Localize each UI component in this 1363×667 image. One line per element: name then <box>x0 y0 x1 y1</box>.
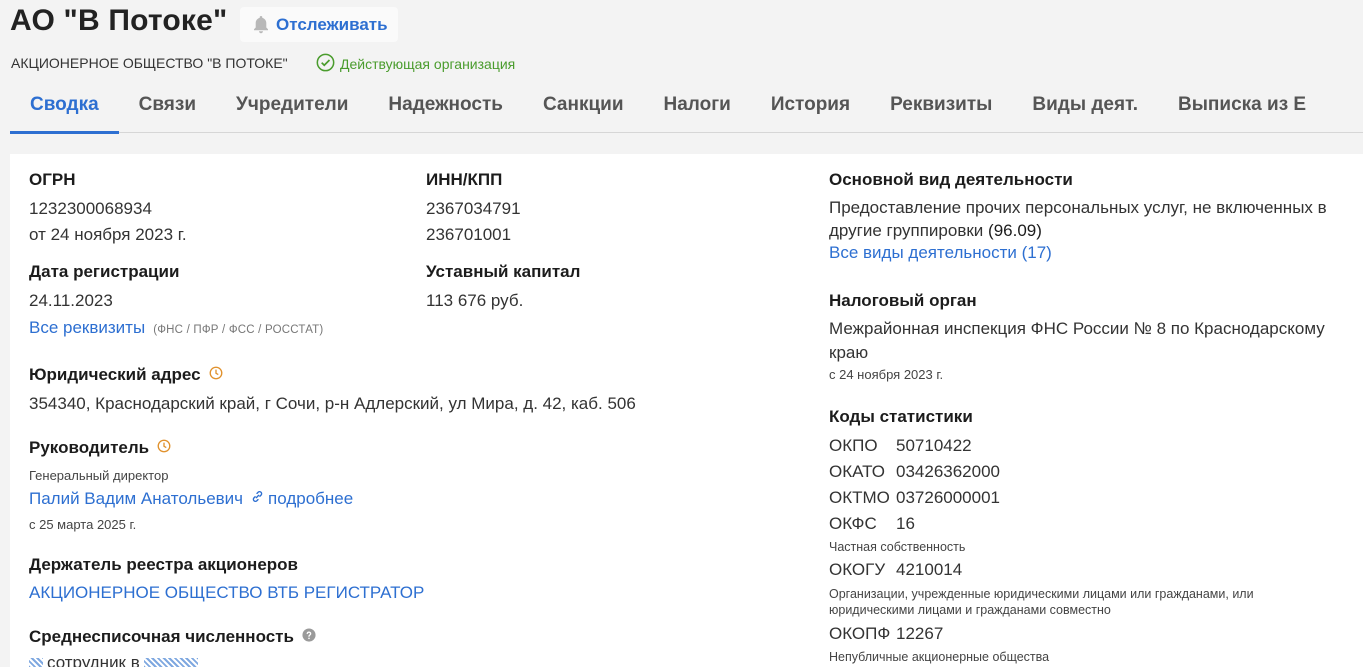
header: АО "В Потоке" Отслеживать АКЦИОНЕРНОЕ ОБ… <box>0 0 1363 135</box>
help-icon[interactable] <box>302 627 316 647</box>
employees-row: сотрудник в <box>29 653 316 667</box>
tax-since: с 24 ноября 2023 г. <box>829 367 944 382</box>
tab-sanctions[interactable]: Санкции <box>523 80 644 132</box>
activity-block: Основной вид деятельности Предоставление… <box>829 170 1359 263</box>
inn-label: ИНН/КПП <box>426 170 503 189</box>
reg-date-label: Дата регистрации <box>29 262 180 281</box>
ogrn-value: 1232300068934 <box>29 199 152 218</box>
code-row-okogu: ОКОГУ 4210014 <box>829 557 1329 583</box>
head-position: Генеральный директор <box>29 468 169 483</box>
full-name: АКЦИОНЕРНОЕ ОБЩЕСТВО "В ПОТОКЕ" <box>11 55 288 71</box>
code-row-okato: ОКАТО 03426362000 <box>829 459 1329 485</box>
check-circle-icon <box>316 53 335 75</box>
registry-label: Держатель реестра акционеров <box>29 555 299 574</box>
reg-date-block: Дата регистрации 24.11.2023 <box>29 262 179 314</box>
page-title: АО "В Потоке" <box>10 4 228 37</box>
code-note-okogu: Организации, учрежденные юридическими ли… <box>829 587 1254 617</box>
address-label: Юридический адрес <box>29 365 201 384</box>
track-button-label: Отслеживать <box>276 14 388 34</box>
summary-card: ОГРН 1232300068934 от 24 ноября 2023 г. … <box>10 154 1363 667</box>
code-note-okfs: Частная собственность <box>829 540 966 554</box>
code-key: ОКОПФ <box>829 624 891 643</box>
registry-block: Держатель реестра акционеров АКЦИОНЕРНОЕ… <box>29 555 424 603</box>
code-row-okopf: ОКОПФ 12267 <box>829 621 1329 647</box>
ogrn-label: ОГРН <box>29 170 76 189</box>
head-since: с 25 марта 2025 г. <box>29 517 137 532</box>
clock-icon[interactable] <box>157 438 171 458</box>
tax-label: Налоговый орган <box>829 291 977 310</box>
code-row-oktmo: ОКТМО 03726000001 <box>829 485 1329 511</box>
all-details-link[interactable]: Все реквизиты <box>29 318 145 338</box>
status-badge: Действующая организация <box>316 53 515 75</box>
bell-icon <box>252 15 270 35</box>
code-row-okpo: ОКПО 50710422 <box>829 433 1329 459</box>
code-value: 50710422 <box>896 436 972 455</box>
all-activities-link[interactable]: Все виды деятельности (17) <box>829 243 1359 263</box>
activity-code: (96.09) <box>988 221 1042 240</box>
capital-block: Уставный капитал 113 676 руб. <box>426 262 580 314</box>
tax-value: Межрайонная инспекция ФНС России № 8 по … <box>829 319 1325 362</box>
tab-summary[interactable]: Сводка <box>10 80 119 134</box>
tab-links[interactable]: Связи <box>119 80 216 132</box>
ogrn-date: от 24 ноября 2023 г. <box>29 225 187 244</box>
code-key: ОКТМО <box>829 488 890 507</box>
code-value: 03726000001 <box>896 488 1001 507</box>
activity-value: Предоставление прочих персональных услуг… <box>829 198 1327 240</box>
code-key: ОКАТО <box>829 462 885 481</box>
capital-label: Уставный капитал <box>426 262 581 281</box>
code-value: 03426362000 <box>896 462 1001 481</box>
track-button[interactable]: Отслеживать <box>240 7 398 42</box>
head-label: Руководитель <box>29 438 150 457</box>
tab-extract[interactable]: Выписка из Е <box>1158 80 1326 132</box>
code-row-okfs: ОКФС 16 <box>829 511 1329 537</box>
blurred-value <box>143 658 198 667</box>
inn-block: ИНН/КПП 2367034791 236701001 <box>426 170 521 248</box>
tab-details[interactable]: Реквизиты <box>870 80 1012 132</box>
capital-value: 113 676 руб. <box>426 291 524 310</box>
tab-history[interactable]: История <box>751 80 870 132</box>
code-key: ОКПО <box>829 436 878 455</box>
all-details-row: Все реквизиты (ФНС / ПФР / ФСС / РОССТАТ… <box>29 318 323 338</box>
tab-activities[interactable]: Виды деят. <box>1012 80 1158 132</box>
all-details-note: (ФНС / ПФР / ФСС / РОССТАТ) <box>153 324 324 336</box>
kpp-value: 236701001 <box>426 225 512 244</box>
tax-block: Налоговый орган Межрайонная инспекция ФН… <box>829 291 1359 382</box>
address-value: 354340, Краснодарский край, г Сочи, р-н … <box>29 394 636 413</box>
tab-taxes[interactable]: Налоги <box>644 80 751 132</box>
address-block: Юридический адрес 354340, Краснодарский … <box>29 365 636 417</box>
head-block: Руководитель Генеральный директор Палий … <box>29 438 353 532</box>
status-text: Действующая организация <box>340 56 516 72</box>
reg-date-value: 24.11.2023 <box>29 291 113 310</box>
stat-codes-label: Коды статистики <box>829 407 973 426</box>
head-name-link[interactable]: Палий Вадим Анатольевич <box>29 489 243 509</box>
employees-label: Среднесписочная численность <box>29 627 294 646</box>
employees-block: Среднесписочная численность сотрудник в <box>29 627 316 667</box>
tab-founders[interactable]: Учредители <box>216 80 368 132</box>
registry-link[interactable]: АКЦИОНЕРНОЕ ОБЩЕСТВО ВТБ РЕГИСТРАТОР <box>29 583 424 603</box>
ogrn-block: ОГРН 1232300068934 от 24 ноября 2023 г. <box>29 170 187 248</box>
tab-bar: Сводка Связи Учредители Надежность Санкц… <box>10 80 1363 134</box>
code-key: ОКФС <box>829 514 877 533</box>
code-value: 4210014 <box>896 560 963 579</box>
stat-codes-block: Коды статистики ОКПО 50710422 ОКАТО 034263… <box>829 407 1329 664</box>
code-value: 16 <box>896 514 915 533</box>
head-more-link[interactable]: подробнее <box>268 489 353 509</box>
activity-label: Основной вид деятельности <box>829 170 1073 189</box>
link-icon <box>251 490 264 508</box>
blurred-value <box>29 658 43 667</box>
employees-value: сотрудник в <box>47 653 140 667</box>
clock-icon[interactable] <box>209 365 223 385</box>
inn-value: 2367034791 <box>426 199 521 218</box>
code-note-okopf: Непубличные акционерные общества <box>829 650 1050 664</box>
tab-reliability[interactable]: Надежность <box>368 80 523 132</box>
code-value: 12267 <box>896 624 944 643</box>
code-key: ОКОГУ <box>829 560 886 579</box>
